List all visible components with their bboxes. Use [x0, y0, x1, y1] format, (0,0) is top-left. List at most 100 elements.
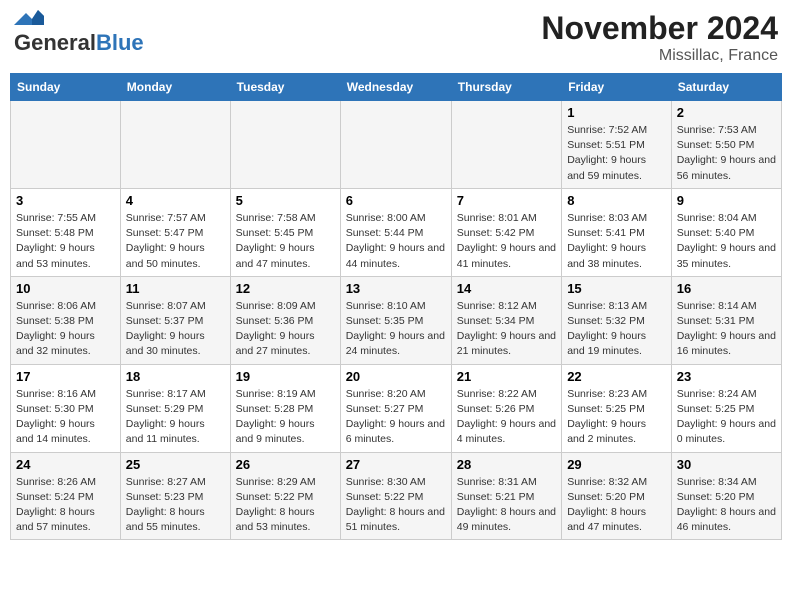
day-info: Sunrise: 8:09 AM Sunset: 5:36 PM Dayligh… — [236, 299, 335, 360]
calendar-cell: 24 Sunrise: 8:26 AM Sunset: 5:24 PM Dayli… — [11, 452, 121, 540]
weekday-header-tuesday: Tuesday — [230, 74, 340, 101]
day-info: Sunrise: 8:17 AM Sunset: 5:29 PM Dayligh… — [126, 387, 225, 448]
day-number: 18 — [126, 369, 225, 384]
day-info: Sunrise: 8:03 AM Sunset: 5:41 PM Dayligh… — [567, 211, 666, 272]
calendar-cell — [230, 101, 340, 189]
day-info: Sunrise: 8:24 AM Sunset: 5:25 PM Dayligh… — [677, 387, 776, 448]
day-info: Sunrise: 8:27 AM Sunset: 5:23 PM Dayligh… — [126, 475, 225, 536]
day-number: 14 — [457, 281, 556, 296]
day-number: 25 — [126, 457, 225, 472]
day-info: Sunrise: 8:32 AM Sunset: 5:20 PM Dayligh… — [567, 475, 666, 536]
day-number: 10 — [16, 281, 115, 296]
day-info: Sunrise: 8:12 AM Sunset: 5:34 PM Dayligh… — [457, 299, 556, 360]
day-number: 5 — [236, 193, 335, 208]
calendar-cell: 19Sunrise: 8:19 AM Sunset: 5:28 PM Dayli… — [230, 364, 340, 452]
day-number: 7 — [457, 193, 556, 208]
day-number: 8 — [567, 193, 666, 208]
calendar-cell: 22 Sunrise: 8:23 AM Sunset: 5:25 PM Dayli… — [562, 364, 672, 452]
calendar-cell: 10 Sunrise: 8:06 AM Sunset: 5:38 PM Dayli… — [11, 276, 121, 364]
day-number: 17 — [16, 369, 115, 384]
day-number: 12 — [236, 281, 335, 296]
calendar-cell: 25 Sunrise: 8:27 AM Sunset: 5:23 PM Dayli… — [120, 452, 230, 540]
weekday-header-monday: Monday — [120, 74, 230, 101]
day-number: 4 — [126, 193, 225, 208]
weekday-header-friday: Friday — [562, 74, 672, 101]
day-info: Sunrise: 7:55 AM Sunset: 5:48 PM Dayligh… — [16, 211, 115, 272]
calendar-cell — [11, 101, 121, 189]
day-number: 16 — [677, 281, 776, 296]
calendar-cell: 23 Sunrise: 8:24 AM Sunset: 5:25 PM Dayli… — [671, 364, 781, 452]
day-number: 3 — [16, 193, 115, 208]
day-info: Sunrise: 8:23 AM Sunset: 5:25 PM Dayligh… — [567, 387, 666, 448]
week-row-4: 17 Sunrise: 8:16 AM Sunset: 5:30 PM Dayli… — [11, 364, 782, 452]
calendar-cell — [120, 101, 230, 189]
calendar-cell: 17 Sunrise: 8:16 AM Sunset: 5:30 PM Dayli… — [11, 364, 121, 452]
weekday-header-wednesday: Wednesday — [340, 74, 451, 101]
calendar-cell: 3 Sunrise: 7:55 AM Sunset: 5:48 PM Daylig… — [11, 188, 121, 276]
week-row-3: 10 Sunrise: 8:06 AM Sunset: 5:38 PM Dayli… — [11, 276, 782, 364]
day-info: Sunrise: 7:58 AM Sunset: 5:45 PM Dayligh… — [236, 211, 335, 272]
day-number: 21 — [457, 369, 556, 384]
week-row-1: 1 Sunrise: 7:52 AM Sunset: 5:51 PM Daylig… — [11, 101, 782, 189]
calendar-cell: 6Sunrise: 8:00 AM Sunset: 5:44 PM Daylig… — [340, 188, 451, 276]
day-info: Sunrise: 8:10 AM Sunset: 5:35 PM Dayligh… — [346, 299, 446, 360]
logo-text-blue: Blue — [96, 30, 144, 56]
calendar-cell: 20 Sunrise: 8:20 AM Sunset: 5:27 PM Dayli… — [340, 364, 451, 452]
weekday-header-sunday: Sunday — [11, 74, 121, 101]
calendar-cell — [451, 101, 561, 189]
calendar-cell: 13 Sunrise: 8:10 AM Sunset: 5:35 PM Dayli… — [340, 276, 451, 364]
day-info: Sunrise: 8:26 AM Sunset: 5:24 PM Dayligh… — [16, 475, 115, 536]
calendar-cell: 26 Sunrise: 8:29 AM Sunset: 5:22 PM Dayli… — [230, 452, 340, 540]
week-row-5: 24 Sunrise: 8:26 AM Sunset: 5:24 PM Dayli… — [11, 452, 782, 540]
calendar-cell: 1 Sunrise: 7:52 AM Sunset: 5:51 PM Daylig… — [562, 101, 672, 189]
day-info: Sunrise: 7:57 AM Sunset: 5:47 PM Dayligh… — [126, 211, 225, 272]
day-info: Sunrise: 8:19 AM Sunset: 5:28 PM Dayligh… — [236, 387, 335, 448]
calendar-cell: 11 Sunrise: 8:07 AM Sunset: 5:37 PM Dayli… — [120, 276, 230, 364]
day-info: Sunrise: 8:30 AM Sunset: 5:22 PM Dayligh… — [346, 475, 446, 536]
calendar-cell: 2 Sunrise: 7:53 AM Sunset: 5:50 PM Daylig… — [671, 101, 781, 189]
calendar-cell: 14 Sunrise: 8:12 AM Sunset: 5:34 PM Dayli… — [451, 276, 561, 364]
day-number: 2 — [677, 105, 776, 120]
day-info: Sunrise: 8:01 AM Sunset: 5:42 PM Dayligh… — [457, 211, 556, 272]
day-info: Sunrise: 8:16 AM Sunset: 5:30 PM Dayligh… — [16, 387, 115, 448]
calendar-cell: 7 Sunrise: 8:01 AM Sunset: 5:42 PM Daylig… — [451, 188, 561, 276]
day-info: Sunrise: 8:31 AM Sunset: 5:21 PM Dayligh… — [457, 475, 556, 536]
day-info: Sunrise: 8:20 AM Sunset: 5:27 PM Dayligh… — [346, 387, 446, 448]
location-subtitle: Missillac, France — [541, 47, 778, 65]
calendar-cell: 8 Sunrise: 8:03 AM Sunset: 5:41 PM Daylig… — [562, 188, 672, 276]
day-number: 24 — [16, 457, 115, 472]
day-info: Sunrise: 8:29 AM Sunset: 5:22 PM Dayligh… — [236, 475, 335, 536]
calendar-cell: 21Sunrise: 8:22 AM Sunset: 5:26 PM Dayli… — [451, 364, 561, 452]
month-year-title: November 2024 — [541, 10, 778, 47]
calendar-cell — [340, 101, 451, 189]
calendar-cell: 16Sunrise: 8:14 AM Sunset: 5:31 PM Dayli… — [671, 276, 781, 364]
day-number: 13 — [346, 281, 446, 296]
day-number: 20 — [346, 369, 446, 384]
calendar-cell: 9Sunrise: 8:04 AM Sunset: 5:40 PM Daylig… — [671, 188, 781, 276]
day-number: 22 — [567, 369, 666, 384]
day-number: 23 — [677, 369, 776, 384]
calendar-table: SundayMondayTuesdayWednesdayThursdayFrid… — [10, 73, 782, 540]
calendar-cell: 28 Sunrise: 8:31 AM Sunset: 5:21 PM Dayli… — [451, 452, 561, 540]
day-number: 29 — [567, 457, 666, 472]
day-number: 26 — [236, 457, 335, 472]
day-number: 30 — [677, 457, 776, 472]
calendar-cell: 5 Sunrise: 7:58 AM Sunset: 5:45 PM Daylig… — [230, 188, 340, 276]
day-number: 15 — [567, 281, 666, 296]
day-info: Sunrise: 7:53 AM Sunset: 5:50 PM Dayligh… — [677, 123, 776, 184]
day-info: Sunrise: 8:34 AM Sunset: 5:20 PM Dayligh… — [677, 475, 776, 536]
calendar-cell: 12 Sunrise: 8:09 AM Sunset: 5:36 PM Dayli… — [230, 276, 340, 364]
day-number: 1 — [567, 105, 666, 120]
day-info: Sunrise: 8:04 AM Sunset: 5:40 PM Dayligh… — [677, 211, 776, 272]
logo-text-general: General — [14, 30, 96, 56]
day-number: 28 — [457, 457, 556, 472]
calendar-cell: 30 Sunrise: 8:34 AM Sunset: 5:20 PM Dayli… — [671, 452, 781, 540]
day-number: 11 — [126, 281, 225, 296]
day-info: Sunrise: 8:07 AM Sunset: 5:37 PM Dayligh… — [126, 299, 225, 360]
logo: General Blue — [14, 10, 144, 56]
week-row-2: 3 Sunrise: 7:55 AM Sunset: 5:48 PM Daylig… — [11, 188, 782, 276]
logo-icon — [14, 10, 44, 28]
day-info: Sunrise: 8:06 AM Sunset: 5:38 PM Dayligh… — [16, 299, 115, 360]
day-info: Sunrise: 7:52 AM Sunset: 5:51 PM Dayligh… — [567, 123, 666, 184]
title-block: November 2024 Missillac, France — [541, 10, 778, 65]
